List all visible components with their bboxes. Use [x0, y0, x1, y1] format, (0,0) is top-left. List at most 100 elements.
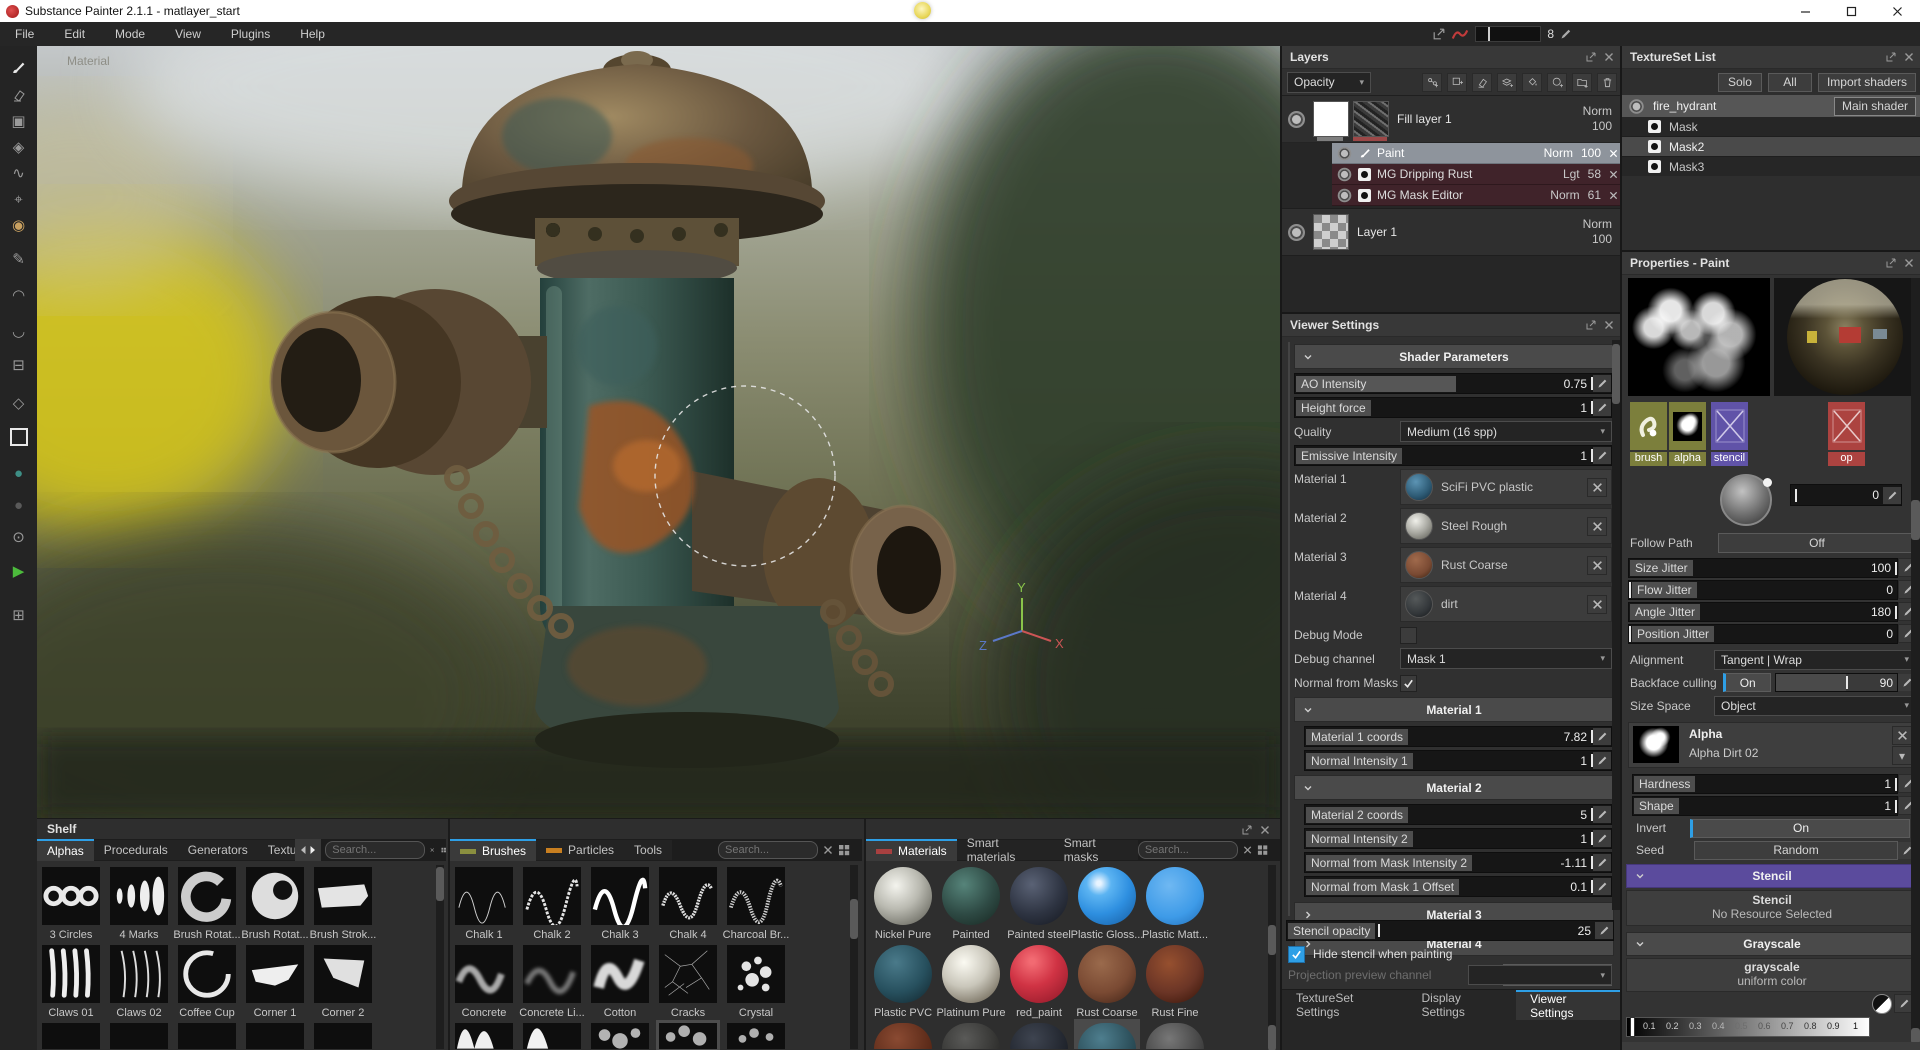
- effect-blend[interactable]: Lgt: [1563, 167, 1580, 181]
- stencil-opacity-row[interactable]: Stencil opacity 25: [1286, 920, 1614, 941]
- add-folder-icon[interactable]: [1572, 73, 1592, 92]
- edit-pencil-icon[interactable]: [1595, 922, 1613, 939]
- layer-mask-thumbnail[interactable]: [1313, 101, 1349, 137]
- flow-jitter-row[interactable]: Flow Jitter0: [1628, 580, 1898, 600]
- hide-stencil-checkbox[interactable]: [1288, 946, 1305, 963]
- menu-help[interactable]: Help: [285, 22, 340, 46]
- effect-visibility-icon[interactable]: [1338, 167, 1352, 181]
- layer-opacity[interactable]: 100: [1583, 119, 1612, 134]
- alpha-slot-button[interactable]: [1669, 402, 1706, 450]
- shelf-item[interactable]: [874, 945, 932, 1003]
- shape-row[interactable]: Shape1: [1632, 796, 1898, 816]
- normal-from-masks-checkbox[interactable]: [1400, 675, 1417, 692]
- properties-scrollbar[interactable]: [1911, 278, 1920, 1048]
- height-force-row[interactable]: Height force 1: [1294, 397, 1612, 418]
- channel-row-mask2[interactable]: Mask2: [1622, 137, 1920, 157]
- material-sphere-icon[interactable]: ●: [0, 492, 37, 518]
- alphas-search-clear-icon[interactable]: [430, 845, 434, 855]
- position-jitter-row[interactable]: Position Jitter0: [1628, 624, 1898, 644]
- clone-tool-icon[interactable]: ⌖: [0, 186, 37, 212]
- blend-mode-dropdown[interactable]: Opacity▾: [1287, 72, 1371, 93]
- alphas-view-grid-icon[interactable]: [441, 844, 446, 856]
- tab-generators[interactable]: Generators: [178, 840, 258, 860]
- add-eraser-icon[interactable]: [1472, 73, 1492, 92]
- shelf-item[interactable]: [1010, 945, 1068, 1003]
- shelf-item[interactable]: [246, 1023, 304, 1049]
- perspective-view-icon[interactable]: ◇: [0, 390, 37, 416]
- edit-pencil-icon[interactable]: [1883, 487, 1901, 504]
- add-smart-material-icon[interactable]: [1422, 73, 1442, 92]
- view-3d-toggle-icon[interactable]: [0, 424, 37, 450]
- shelf-item[interactable]: [110, 867, 168, 925]
- shader-parameters-section[interactable]: Shader Parameters: [1294, 344, 1614, 369]
- brushes-search-input[interactable]: [718, 841, 818, 859]
- material1-coords-row[interactable]: Material 1 coords 7.82: [1304, 726, 1612, 747]
- menu-plugins[interactable]: Plugins: [216, 22, 285, 46]
- shelf-item[interactable]: [246, 945, 304, 1003]
- viewer-close-icon[interactable]: [1604, 320, 1614, 330]
- shelf-item[interactable]: [727, 1023, 785, 1049]
- menu-view[interactable]: View: [160, 22, 216, 46]
- stencil-slot-button[interactable]: [1711, 402, 1748, 450]
- import-shaders-button[interactable]: Import shaders: [1818, 73, 1916, 92]
- edit-pencil-icon[interactable]: [1593, 854, 1611, 871]
- shelf-item[interactable]: [591, 1023, 649, 1049]
- invert-gradient-icon[interactable]: [1872, 994, 1892, 1014]
- eraser-tool-icon[interactable]: [0, 82, 37, 108]
- debug-channel-dropdown[interactable]: Mask 1▾: [1400, 648, 1612, 669]
- effect-row-mg-mask-editor[interactable]: MG Mask Editor Norm 61: [1332, 185, 1622, 206]
- tab-materials[interactable]: Materials: [866, 839, 957, 861]
- angle-value-row[interactable]: 0: [1790, 484, 1902, 506]
- layer-row-fill-layer-1[interactable]: Fill layer 1 Norm 100: [1282, 96, 1622, 143]
- shelf-item[interactable]: [874, 1023, 932, 1049]
- shelf-item[interactable]: [314, 867, 372, 925]
- shelf-item[interactable]: [942, 867, 1000, 925]
- channel-row-mask3[interactable]: Mask3: [1622, 157, 1920, 176]
- shelf-item[interactable]: [178, 945, 236, 1003]
- effect-delete-icon[interactable]: [1609, 149, 1618, 158]
- edit-pencil-icon[interactable]: [1593, 728, 1611, 745]
- shelf-item[interactable]: [659, 867, 717, 925]
- material2-coords-row[interactable]: Material 2 coords 5: [1304, 804, 1612, 825]
- tab-procedurals[interactable]: Procedurals: [94, 840, 178, 860]
- projection-tool-icon[interactable]: ▣: [0, 108, 37, 134]
- effect-delete-icon[interactable]: [1609, 191, 1618, 200]
- grayscale-gradient-slider[interactable]: 0.1 0.2 0.3 0.4 0.5 0.6 0.7 0.8 0.9 1: [1626, 1017, 1870, 1037]
- effect-blend[interactable]: Norm: [1550, 188, 1579, 202]
- edit-pencil-icon[interactable]: [1593, 447, 1611, 464]
- shelf-item[interactable]: [942, 1023, 1000, 1049]
- tab-smart-materials[interactable]: Smart materials: [957, 840, 1054, 860]
- shelf-popup-icon[interactable]: [1242, 825, 1252, 835]
- materials-scrollbar[interactable]: [1268, 865, 1276, 1049]
- smudge-tool-icon[interactable]: ∿: [0, 160, 37, 186]
- effect-opacity[interactable]: 61: [1588, 188, 1601, 202]
- stencil-section[interactable]: Stencil: [1626, 864, 1918, 888]
- material-picker-icon[interactable]: ◉: [0, 212, 37, 238]
- invert-toggle[interactable]: On: [1690, 819, 1910, 838]
- alpha-expand-icon[interactable]: ▾: [1892, 746, 1912, 765]
- normal-intensity-2-row[interactable]: Normal Intensity 2 1: [1304, 828, 1612, 849]
- add-effect-icon[interactable]: [1522, 73, 1542, 92]
- shelf-item[interactable]: [455, 945, 513, 1003]
- shelf-item[interactable]: [1146, 867, 1204, 925]
- shelf-item[interactable]: [523, 867, 581, 925]
- shelf-item[interactable]: [455, 867, 513, 925]
- size-jitter-row[interactable]: Size Jitter100: [1628, 558, 1898, 578]
- resources-icon[interactable]: ⊞: [0, 602, 37, 628]
- paint-tool-icon[interactable]: [0, 54, 37, 80]
- edit-pencil-icon[interactable]: [1593, 752, 1611, 769]
- edit-pencil-icon[interactable]: [1593, 830, 1611, 847]
- brushes-search-clear-icon[interactable]: [823, 845, 833, 855]
- brushes-view-grid-icon[interactable]: [838, 844, 850, 856]
- lazy-mouse-icon[interactable]: [1433, 28, 1445, 40]
- shelf-close-icon[interactable]: [1260, 825, 1270, 835]
- plugin-play-icon[interactable]: ▶: [0, 558, 37, 584]
- effect-visibility-icon[interactable]: [1338, 146, 1352, 160]
- solo-button[interactable]: Solo: [1718, 73, 1762, 92]
- projection-preview-dropdown[interactable]: ▾: [1468, 965, 1612, 985]
- shelf-item[interactable]: [1078, 945, 1136, 1003]
- effect-blend[interactable]: Norm: [1544, 146, 1573, 160]
- shelf-item[interactable]: [942, 945, 1000, 1003]
- tab-display-settings[interactable]: Display Settings: [1407, 990, 1516, 1020]
- tab-viewer-settings[interactable]: Viewer Settings: [1516, 990, 1622, 1020]
